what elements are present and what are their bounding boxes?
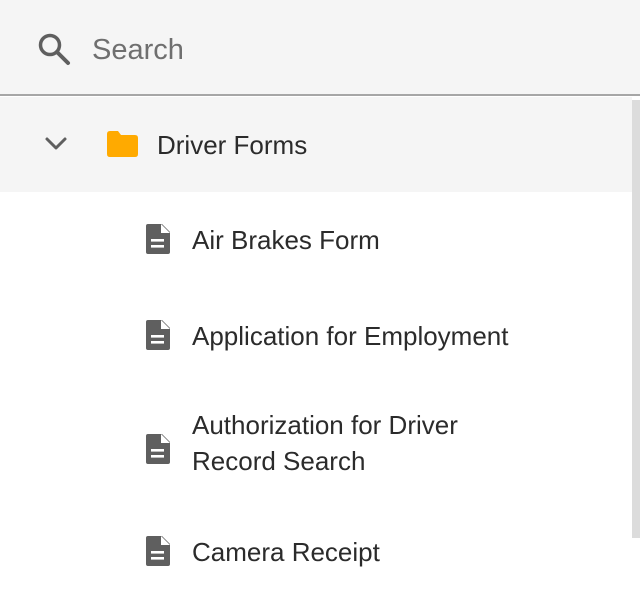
document-icon [146,224,170,254]
document-icon [146,320,170,350]
file-label: Authorization for Driver Record Search [192,410,458,476]
tree-file-camera-receipt[interactable]: Camera Receipt [0,523,632,583]
document-icon [146,536,170,566]
file-label: Camera Receipt [192,537,380,567]
file-label: Air Brakes Form [192,225,380,255]
tree-file-authorization-for-driver-record-search[interactable]: Authorization for Driver Record Search [0,403,632,493]
tree-folder-driver-forms[interactable]: Driver Forms [0,97,632,192]
search-icon [38,33,70,65]
file-tree: Driver Forms Air Brakes Form Application… [0,97,640,600]
folder-label: Driver Forms [157,130,308,160]
tree-file-application-for-employment[interactable]: Application for Employment [0,307,632,367]
search-input[interactable] [92,28,592,72]
document-icon [146,434,170,464]
tree-file-air-brakes-form[interactable]: Air Brakes Form [0,211,632,271]
folder-icon [107,131,138,157]
chevron-down-icon[interactable] [44,134,68,154]
file-label: Application for Employment [192,321,509,351]
search-bar [0,0,640,96]
scrollbar[interactable] [632,100,640,538]
